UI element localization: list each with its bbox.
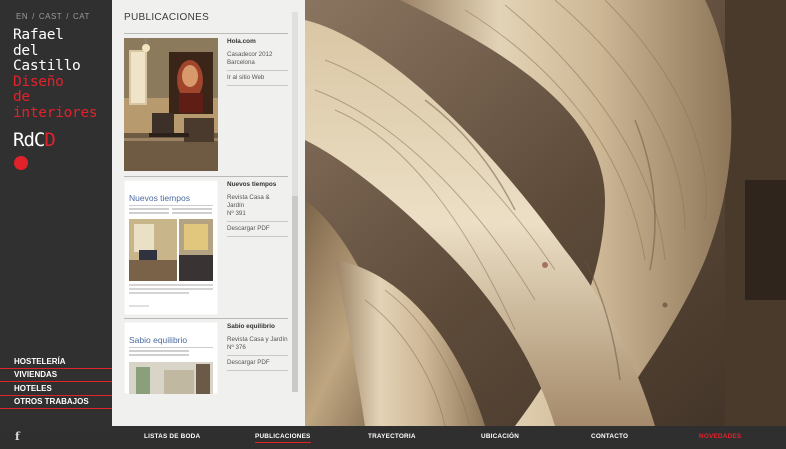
sidebar-item-hoteles[interactable]: HOTELES bbox=[0, 382, 112, 396]
publication-item: Hola.com Casadecor 2012 Barcelona Ir al … bbox=[124, 33, 288, 173]
publication-thumbnail[interactable] bbox=[124, 38, 218, 171]
publication-detail: Barcelona bbox=[227, 59, 255, 66]
publication-detail: Nº 391 bbox=[227, 210, 246, 217]
nav-trayectoria[interactable]: TRAYECTORIA bbox=[368, 433, 416, 440]
download-pdf-link[interactable]: Descargar PDF bbox=[227, 225, 288, 237]
website-link[interactable]: Ir al sitio Web bbox=[227, 74, 288, 86]
sidebar: EN / CAST / CAT Rafael del Castillo Dise… bbox=[0, 0, 112, 426]
publication-info: Hola.com Casadecor 2012 Barcelona Ir al … bbox=[227, 38, 288, 86]
nav-ubicacion[interactable]: UBICACIÓN bbox=[481, 433, 519, 440]
divider bbox=[124, 176, 288, 177]
publication-thumbnail[interactable]: Nuevos tiempos bbox=[124, 180, 218, 315]
language-switcher: EN / CAST / CAT bbox=[16, 12, 90, 21]
logo-line: Castillo bbox=[13, 58, 81, 74]
nav-listas-de-boda[interactable]: LISTAS DE BODA bbox=[144, 433, 200, 440]
nav-contacto[interactable]: CONTACTO bbox=[591, 433, 628, 440]
publication-info: Sabio equilibrio Revista Casa y Jardín N… bbox=[227, 323, 288, 371]
sidebar-item-hosteleria[interactable]: HOSTELERÍA bbox=[0, 355, 112, 369]
page-title: PUBLICACIONES bbox=[124, 12, 210, 23]
logo-mark[interactable]: RdCD bbox=[13, 129, 56, 151]
background-photo bbox=[305, 0, 786, 426]
publications-panel: PUBLICACIONES Hola.com Casadecor 2012 Ba… bbox=[112, 0, 305, 426]
lang-cast[interactable]: CAST bbox=[39, 12, 62, 21]
publication-details: Revista Casa y Jardín Nº 376 bbox=[227, 336, 288, 356]
lang-separator: / bbox=[32, 12, 35, 21]
logo-line: Rafael bbox=[13, 27, 64, 43]
publication-info: Nuevos tiempos Revista Casa & Jardín Nº … bbox=[227, 181, 288, 237]
magazine-page-image: Sabio equilibrio bbox=[124, 322, 218, 394]
lang-en[interactable]: EN bbox=[16, 12, 28, 21]
publication-details: Casadecor 2012 Barcelona bbox=[227, 51, 288, 71]
publication-details: Revista Casa & Jardín Nº 391 bbox=[227, 194, 288, 222]
publication-title: Nuevos tiempos bbox=[227, 181, 277, 188]
logo-line: de bbox=[13, 89, 30, 105]
logo-mark-accent: D bbox=[44, 129, 55, 151]
sidebar-item-otros-trabajos[interactable]: OTROS TRABAJOS bbox=[0, 396, 112, 409]
interior-photo-image bbox=[124, 38, 218, 171]
logo-line: del bbox=[13, 42, 39, 59]
publication-detail: Revista Casa & Jardín bbox=[227, 194, 270, 209]
facebook-icon[interactable]: f bbox=[15, 430, 20, 443]
sidebar-item-viviendas[interactable]: VIVIENDAS bbox=[0, 369, 112, 382]
logo-line: interiores bbox=[13, 104, 98, 121]
publication-item: Sabio equilibrio Sabio equilibrio Revist… bbox=[124, 318, 288, 394]
scrollbar-thumb[interactable] bbox=[292, 196, 298, 392]
red-dot-icon bbox=[14, 156, 28, 170]
publication-detail: Casadecor 2012 bbox=[227, 51, 273, 58]
publication-detail: Revista Casa y Jardín bbox=[227, 336, 288, 343]
logo-text[interactable]: Rafael del Castillo Diseño de interiores bbox=[13, 27, 98, 121]
magazine-heading: Sabio equilibrio bbox=[129, 335, 187, 345]
download-pdf-link[interactable]: Descargar PDF bbox=[227, 359, 288, 371]
lang-separator: / bbox=[66, 12, 69, 21]
twisted-wood-image bbox=[305, 0, 786, 426]
publication-item: Nuevos tiempos Nuevos tiempos Revista Ca… bbox=[124, 176, 288, 316]
lang-cat[interactable]: CAT bbox=[73, 12, 90, 21]
publication-title: Hola.com bbox=[227, 38, 256, 45]
nav-publicaciones[interactable]: PUBLICACIONES bbox=[255, 433, 311, 443]
publication-thumbnail[interactable]: Sabio equilibrio bbox=[124, 322, 218, 394]
magazine-heading: Nuevos tiempos bbox=[129, 193, 190, 203]
logo-mark-text: RdC bbox=[13, 129, 45, 151]
bottom-nav-bar: f LISTAS DE BODA PUBLICACIONES TRAYECTOR… bbox=[0, 426, 786, 449]
divider bbox=[124, 318, 288, 319]
magazine-page-image: Nuevos tiempos bbox=[124, 180, 218, 315]
nav-novedades[interactable]: NOVEDADES bbox=[699, 433, 741, 440]
divider bbox=[124, 33, 288, 34]
publication-detail: Nº 376 bbox=[227, 344, 246, 351]
publication-title: Sabio equilibrio bbox=[227, 323, 275, 330]
sidebar-nav: HOSTELERÍA VIVIENDAS HOTELES OTROS TRABA… bbox=[0, 355, 112, 409]
logo-line: Diseño bbox=[13, 73, 64, 90]
